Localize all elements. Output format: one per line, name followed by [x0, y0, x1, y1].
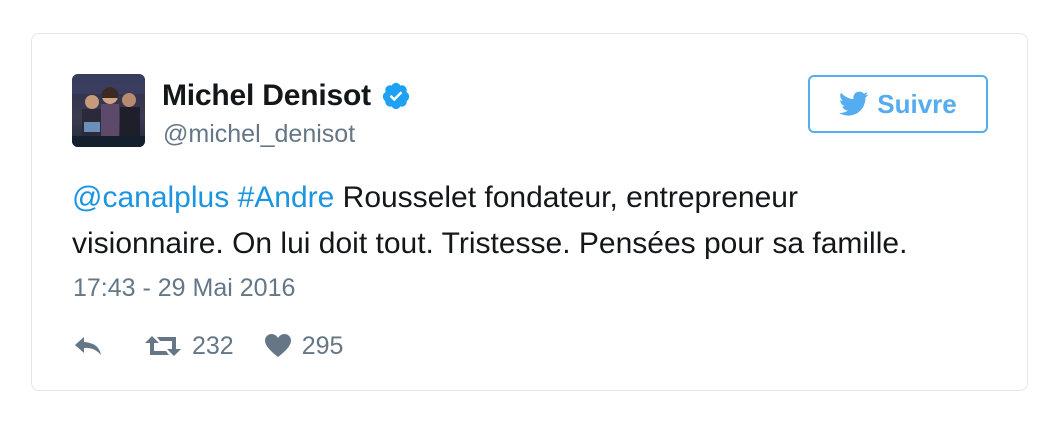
tweet-text-line1: Rousselet fondateur, entrepreneur: [334, 181, 798, 214]
follow-button-label: Suivre: [877, 88, 957, 119]
user-handle[interactable]: @michel_denisot: [163, 120, 355, 149]
verified-badge-icon: [382, 82, 410, 110]
follow-button[interactable]: Suivre: [808, 75, 988, 133]
like-button[interactable]: 295: [264, 331, 344, 361]
avatar[interactable]: [72, 74, 145, 147]
tweet-card: Michel Denisot @michel_denisot Suivre @c…: [31, 33, 1028, 391]
tweet-line-1: @canalplus #Andre Rousselet fondateur, e…: [72, 175, 992, 221]
tweet-text: @canalplus #Andre Rousselet fondateur, e…: [72, 175, 992, 267]
heart-icon: [264, 334, 291, 357]
twitter-bird-icon: [839, 91, 869, 116]
retweet-icon: [145, 336, 181, 356]
tweet-actions: 232 295: [72, 328, 343, 364]
retweet-button[interactable]: 232: [144, 332, 234, 361]
retweet-count: 232: [192, 331, 234, 360]
tweet-timestamp[interactable]: 17:43 - 29 Mai 2016: [73, 274, 295, 303]
name-row: Michel Denisot: [162, 78, 411, 114]
reply-button[interactable]: [72, 334, 104, 358]
like-count: 295: [301, 331, 344, 360]
display-name[interactable]: Michel Denisot: [162, 79, 371, 113]
hashtag-link[interactable]: #Andre: [238, 181, 335, 214]
avatar-image: [72, 74, 145, 147]
reply-icon: [75, 337, 101, 355]
mention-link[interactable]: @canalplus: [72, 181, 229, 214]
tweet-text-line2: visionnaire. On lui doit tout. Tristesse…: [72, 227, 908, 260]
